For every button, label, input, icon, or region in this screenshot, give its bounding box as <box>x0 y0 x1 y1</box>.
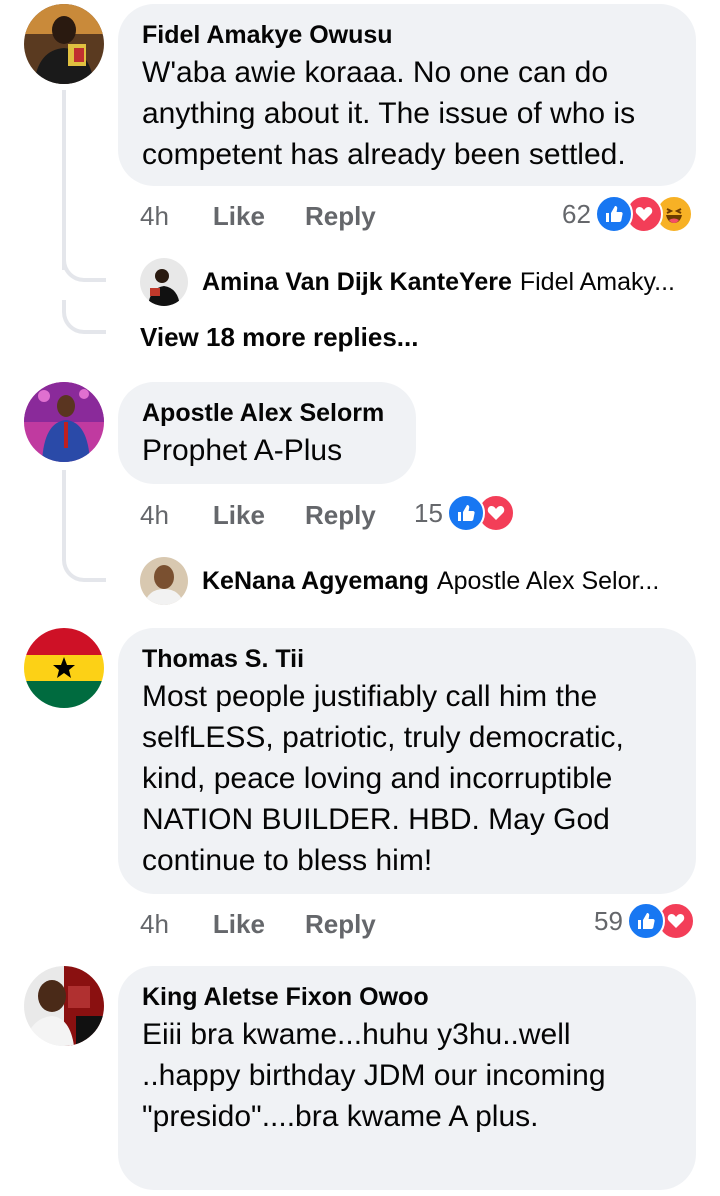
reply-snippet: Apostle Alex Selor... <box>436 566 660 595</box>
comment-bubble: King Aletse Fixon Owoo Eiii bra kwame...… <box>118 966 696 1190</box>
like-button[interactable]: Like <box>213 201 265 232</box>
avatar[interactable] <box>24 4 104 84</box>
avatar[interactable] <box>140 557 188 605</box>
comment-actions: 4h Like Reply <box>140 495 416 535</box>
reply-button[interactable]: Reply <box>305 909 376 940</box>
comment-actions: 4h Like Reply <box>140 196 416 236</box>
thread-line <box>62 90 66 270</box>
view-more-replies-link[interactable]: View 18 more replies... <box>140 322 418 353</box>
reaction-count: 62 <box>562 198 591 229</box>
like-button[interactable]: Like <box>213 909 265 940</box>
reply-connector <box>62 250 106 282</box>
like-reaction-icon <box>446 494 485 532</box>
comment-timestamp[interactable]: 4h <box>140 201 169 232</box>
like-reaction-icon <box>626 902 665 940</box>
reply-preview[interactable]: KeNana Agyemang Apostle Alex Selor... <box>140 556 700 606</box>
comment-bubble: Fidel Amakye Owusu W'aba awie koraaa. No… <box>118 4 696 186</box>
reaction-summary[interactable]: 15 <box>414 493 515 533</box>
avatar[interactable] <box>24 966 104 1046</box>
comment-timestamp[interactable]: 4h <box>140 909 169 940</box>
avatar[interactable] <box>24 628 104 708</box>
reaction-count: 59 <box>594 905 623 936</box>
comment-author[interactable]: Thomas S. Tii <box>142 642 672 676</box>
reply-button[interactable]: Reply <box>305 500 376 531</box>
reply-connector <box>62 470 106 582</box>
like-reaction-icon <box>594 195 633 233</box>
reply-button[interactable]: Reply <box>305 201 376 232</box>
comment-text: Eiii bra kwame...huhu y3hu..well ..happy… <box>142 1018 606 1133</box>
reply-connector <box>62 300 106 334</box>
reaction-summary[interactable]: 62 <box>562 194 693 234</box>
comment-text: Prophet A-Plus <box>142 434 343 467</box>
comment-timestamp[interactable]: 4h <box>140 500 169 531</box>
reply-author[interactable]: KeNana Agyemang <box>202 567 429 596</box>
reaction-summary[interactable]: 59 <box>594 901 695 941</box>
like-button[interactable]: Like <box>213 500 265 531</box>
comment-author[interactable]: Fidel Amakye Owusu <box>142 18 672 52</box>
avatar[interactable] <box>140 258 188 306</box>
comment-text: Most people justifiably call him the sel… <box>142 680 624 877</box>
comment-actions: 4h Like Reply <box>140 904 416 944</box>
reply-preview[interactable]: Amina Van Dijk KanteYere Fidel Amaky... <box>140 257 700 307</box>
comment-text: W'aba awie koraaa. No one can do anythin… <box>142 56 636 171</box>
comment-author[interactable]: King Aletse Fixon Owoo <box>142 980 672 1014</box>
comment-author[interactable]: Apostle Alex Selorm <box>142 396 392 430</box>
reply-snippet: Fidel Amaky... <box>519 267 675 296</box>
comment-bubble: Thomas S. Tii Most people justifiably ca… <box>118 628 696 894</box>
comment-bubble: Apostle Alex Selorm Prophet A-Plus <box>118 382 416 484</box>
reply-author[interactable]: Amina Van Dijk KanteYere <box>202 268 512 297</box>
reaction-count: 15 <box>414 497 443 528</box>
avatar[interactable] <box>24 382 104 462</box>
